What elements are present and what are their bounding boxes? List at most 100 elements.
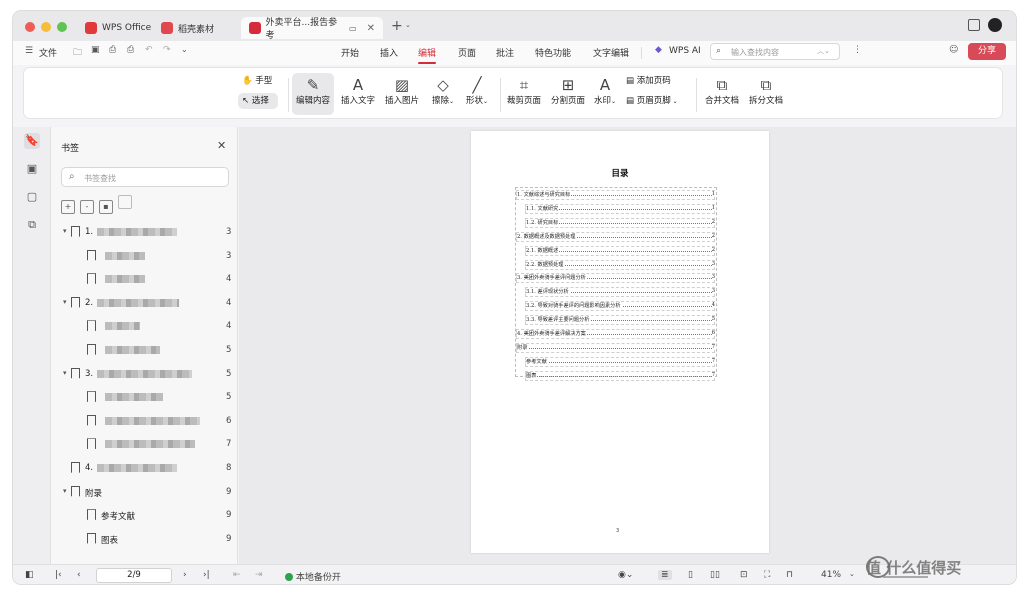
bookmark-view-icon[interactable]: ⊓	[786, 570, 793, 580]
bookmark-item[interactable]: 参考文献 9	[51, 508, 238, 524]
back-icon[interactable]: ⇤	[233, 570, 241, 580]
split-doc-button[interactable]: ⧉ 拆分文档	[746, 76, 786, 106]
forward-icon[interactable]: ⇥	[255, 570, 263, 580]
fit-width-icon[interactable]: ⊡	[740, 570, 748, 580]
save-icon[interactable]: ▣	[91, 45, 100, 55]
split-page-button[interactable]: ⊞ 分割页面	[548, 76, 588, 106]
toc-entry[interactable]: 1.1. 文献研究 1	[516, 203, 718, 214]
tab-insert[interactable]: 插入	[380, 46, 398, 59]
undo-icon[interactable]: ↶	[145, 45, 153, 55]
erase-button[interactable]: ◇ 擦除⌄	[426, 76, 460, 106]
toc-entry[interactable]: 3.1. 差评现状分析 3	[516, 287, 718, 298]
tab-start[interactable]: 开始	[341, 46, 359, 59]
backup-status[interactable]: 本地备份开	[285, 570, 341, 583]
close-window-button[interactable]	[25, 22, 35, 32]
fit-page-icon[interactable]: ⛶	[764, 570, 770, 580]
prev-page-icon[interactable]: ‹	[77, 570, 81, 580]
bookmark-item[interactable]: 7	[51, 437, 238, 453]
print-icon[interactable]: ⎙	[127, 45, 134, 55]
page-number-input[interactable]: 2/9	[96, 568, 172, 583]
insert-text-button[interactable]: A 插入文字	[338, 76, 378, 106]
bookmark-item[interactable]: 4	[51, 319, 238, 335]
folder-icon[interactable]: 🗀	[73, 45, 82, 61]
feedback-icon[interactable]: ☺	[949, 45, 958, 55]
delete-bookmark-icon[interactable]: ▪	[99, 200, 113, 214]
expand-chevron-icon[interactable]: ▾	[63, 487, 67, 495]
tab-features[interactable]: 特色功能	[535, 46, 571, 59]
expand-chevron-icon[interactable]: ▾	[63, 369, 67, 377]
bookmark-panel-icon[interactable]: 🔖	[24, 133, 40, 149]
zoom-level[interactable]: 41%	[821, 570, 841, 580]
tab-text-edit[interactable]: 文字编辑	[593, 46, 629, 59]
menu-icon[interactable]: ☰	[25, 46, 33, 56]
tab-daoke[interactable]: 稻壳素材	[153, 17, 222, 39]
close-tab-icon[interactable]: ✕	[367, 23, 375, 34]
layout-icon[interactable]	[968, 19, 980, 31]
maximize-window-button[interactable]	[57, 22, 67, 32]
bookmark-item[interactable]: 6	[51, 414, 238, 430]
print-preview-icon[interactable]: ⎙	[109, 45, 116, 55]
search-input[interactable]: ⌕ 输入查找内容 ︿⌄	[710, 43, 840, 60]
hand-tool-button[interactable]: ✋ 手型	[242, 74, 282, 86]
bookmark-disabled-icon[interactable]	[118, 195, 132, 209]
bookmark-item[interactable]: 5	[51, 390, 238, 406]
comment-icon[interactable]: ▢	[24, 189, 40, 205]
avatar[interactable]	[988, 18, 1002, 32]
eye-icon[interactable]: ◉⌄	[618, 570, 633, 580]
select-tool-button[interactable]: ↖ 选择	[238, 93, 278, 109]
tab-page[interactable]: 页面	[458, 46, 476, 59]
expand-chevron-icon[interactable]: ▾	[63, 298, 67, 306]
toc-entry[interactable]: 图表 7	[516, 370, 718, 381]
toc-entry[interactable]: 3.3. 导致差评主要问题分析 5	[516, 315, 718, 326]
toc-entry[interactable]: 1.2. 研究目标 2	[516, 217, 718, 228]
add-page-number-button[interactable]: ▤ 添加页码	[626, 74, 684, 86]
bookmark-item[interactable]: 5	[51, 343, 238, 359]
document-area[interactable]: 目录 1. 文献综述与研究目标 1 1.1. 文献研究 1 1.2. 研究目标 2 2. 数…	[239, 127, 1016, 564]
toc-entry[interactable]: 附录 7	[516, 342, 718, 353]
toc-entry[interactable]: 2.1. 数据概述 2	[516, 245, 718, 256]
tab-comment[interactable]: 批注	[496, 46, 514, 59]
wps-ai-button[interactable]: WPS AI	[669, 46, 701, 56]
insert-image-button[interactable]: ▨ 插入图片	[382, 76, 422, 106]
add-child-bookmark-icon[interactable]: -	[80, 200, 94, 214]
attachment-icon[interactable]: ⧉	[24, 217, 40, 233]
last-page-icon[interactable]: ›|	[203, 570, 210, 580]
edit-content-button[interactable]: ✎ 编辑内容	[292, 73, 334, 115]
redo-icon[interactable]: ↷	[163, 45, 171, 55]
next-page-icon[interactable]: ›	[183, 570, 187, 580]
toc-entry[interactable]: 3. 美团外卖骑手差评问题分析 3	[516, 273, 718, 284]
more-chevron-icon[interactable]: ⌄	[181, 45, 188, 54]
share-button[interactable]: 分享	[968, 43, 1006, 60]
bookmark-item[interactable]: ▾ 1. 3	[51, 225, 238, 241]
toc-entry[interactable]: 1. 文献综述与研究目标 1	[516, 190, 718, 200]
crop-page-button[interactable]: ⌗ 裁剪页面	[504, 76, 544, 106]
toc-block[interactable]: 1. 文献综述与研究目标 1 1.1. 文献研究 1 1.2. 研究目标 2 2. 数据概述…	[515, 187, 718, 381]
toc-entry[interactable]: 2. 数据概述及数据预处理 2	[516, 231, 718, 242]
document-page[interactable]: 目录 1. 文献综述与研究目标 1 1.1. 文献研究 1 1.2. 研究目标 2 2. 数…	[471, 131, 769, 553]
expand-chevron-icon[interactable]: ▾	[63, 227, 67, 235]
tab-edit[interactable]: 编辑	[418, 46, 437, 64]
bookmark-item[interactable]: 3	[51, 249, 238, 265]
toc-entry[interactable]: 参考文献 7	[516, 356, 718, 367]
bookmark-item[interactable]: 图表 9	[51, 532, 238, 548]
more-icon[interactable]: ⋮	[853, 45, 862, 55]
bookmark-item[interactable]: 4	[51, 272, 238, 288]
zoom-chevron-icon[interactable]: ⌄	[849, 570, 855, 578]
new-tab-icon[interactable]: +	[391, 18, 403, 34]
bookmark-item[interactable]: ▾ 2. 4	[51, 296, 238, 312]
continuous-view-icon[interactable]: ≣	[658, 570, 672, 580]
thumbnail-icon[interactable]: ▣	[24, 161, 40, 177]
watermark-button[interactable]: A 水印⌄	[590, 76, 620, 106]
bookmark-item[interactable]: 4. 8	[51, 461, 238, 477]
chevron-down-icon[interactable]: ⌄	[405, 21, 411, 29]
tab-wps-office[interactable]: WPS Office	[77, 17, 159, 39]
merge-doc-button[interactable]: ⧉ 合并文档	[702, 76, 742, 106]
minimize-window-button[interactable]	[41, 22, 51, 32]
toc-entry[interactable]: 3.2. 导致对骑手差评的问题影响因素分析 4	[516, 301, 718, 312]
monitor-icon[interactable]: ▭	[349, 24, 357, 33]
sidebar-toggle-icon[interactable]: ◧	[25, 570, 34, 580]
add-bookmark-icon[interactable]: +	[61, 200, 75, 214]
bookmark-search-input[interactable]: ⌕ 书签查找	[61, 167, 229, 187]
close-icon[interactable]: ✕	[217, 139, 226, 152]
shape-button[interactable]: ╱ 形状⌄	[460, 76, 494, 106]
